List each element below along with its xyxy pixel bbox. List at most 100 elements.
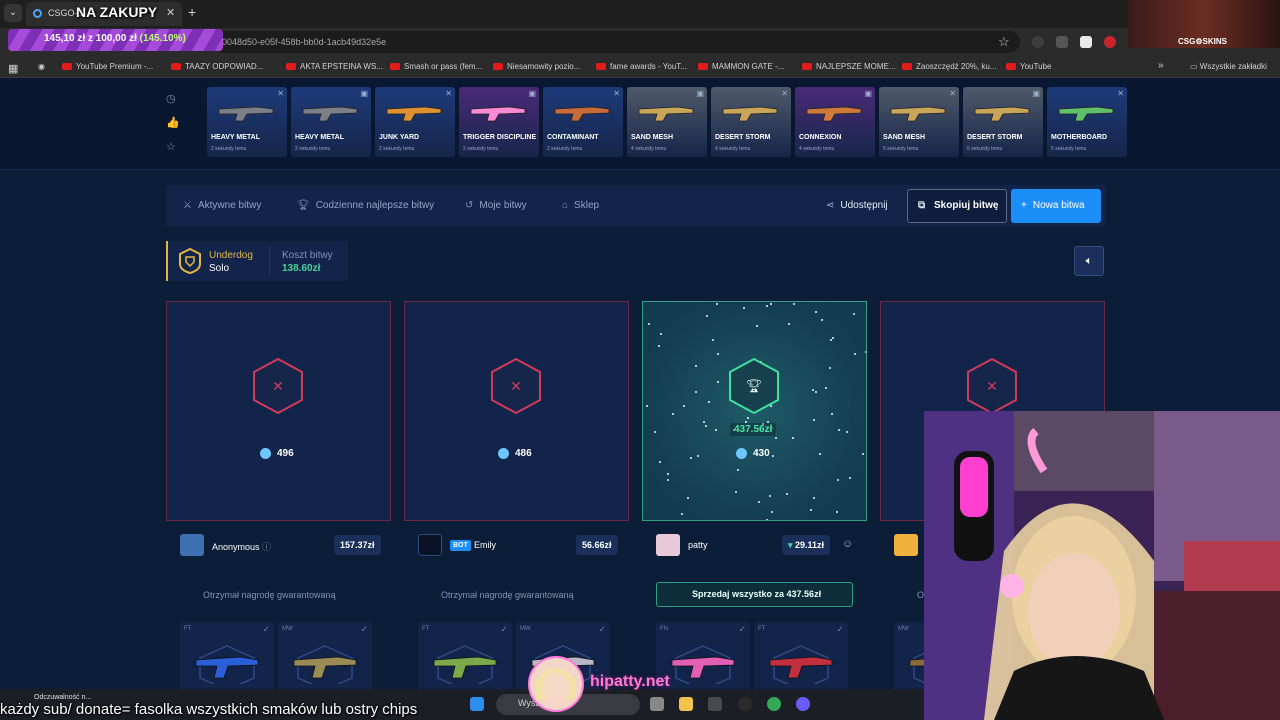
tab-search-button[interactable]: ⌄ xyxy=(4,4,22,22)
more-bookmarks-icon[interactable]: » xyxy=(1158,60,1164,71)
live-drop-card[interactable]: ✕ DESERT STORM 4 sekundy temu xyxy=(711,87,791,157)
app-icon[interactable] xyxy=(708,697,722,711)
apps-grid-icon[interactable]: ▦ xyxy=(8,62,18,75)
basket-icon: ⌂ xyxy=(562,200,569,211)
extension-icon[interactable] xyxy=(1080,36,1092,48)
tab-close-icon[interactable]: ✕ xyxy=(166,6,175,19)
chrome-icon[interactable] xyxy=(767,697,781,711)
check-icon[interactable]: ✓ xyxy=(836,624,844,635)
live-drop-card[interactable]: ✕ MOTHERBOARD 5 sekundy temu xyxy=(1047,87,1127,157)
bookmark-item[interactable]: Zaoszczędź 20%, ku... xyxy=(902,62,996,71)
check-icon[interactable]: ✓ xyxy=(360,624,368,635)
bookmark-icon[interactable]: ◉ xyxy=(38,62,45,71)
player-name[interactable]: Emily xyxy=(474,540,496,550)
bookmark-item[interactable]: AKTA EPSTEINA WS... xyxy=(286,62,383,71)
close-icon[interactable]: ✕ xyxy=(613,89,620,98)
bot-avatar[interactable] xyxy=(418,534,442,556)
thumbs-up-icon[interactable]: 👍 xyxy=(166,116,180,129)
case-icon[interactable]: ▣ xyxy=(528,89,536,98)
live-drop-card[interactable]: ✕ SAND MESH 5 sekundy temu xyxy=(879,87,959,157)
player-value: 157.37zł xyxy=(334,535,381,555)
sparkle xyxy=(658,345,660,347)
extension-icon[interactable] xyxy=(1056,36,1068,48)
app-icon[interactable] xyxy=(738,697,752,711)
bookmark-item[interactable]: TAAZY ODPOWIAD... xyxy=(171,62,263,71)
player-name[interactable]: patty xyxy=(688,540,708,550)
bookmark-item[interactable]: fame awards - YouT... xyxy=(596,62,687,71)
check-icon[interactable]: ✓ xyxy=(500,624,508,635)
won-item-card[interactable]: FN ✓ xyxy=(656,622,750,692)
case-icon[interactable]: ▣ xyxy=(1032,89,1040,98)
nav-active-battles[interactable]: ⚔ Aktywne bitwy xyxy=(183,200,261,211)
case-icon[interactable]: ▣ xyxy=(696,89,704,98)
bookmark-item[interactable]: Niesamowity pozio... xyxy=(493,62,580,71)
won-item-card[interactable]: MW ✓ xyxy=(278,622,372,692)
avatar[interactable] xyxy=(894,534,918,556)
avatar[interactable] xyxy=(180,534,204,556)
live-drop-card[interactable]: ✕ CONTAMINANT 2 sekundy temu xyxy=(543,87,623,157)
sparkle xyxy=(681,513,683,515)
stream-overlay-title: NA ZAKUPY xyxy=(76,4,158,20)
svg-text:✕: ✕ xyxy=(510,379,522,395)
won-item-card[interactable]: FT ✓ xyxy=(180,622,274,692)
favorite-star-icon[interactable]: ☆ xyxy=(166,140,176,153)
won-item-card[interactable]: FT ✓ xyxy=(754,622,848,692)
bookmark-item[interactable]: YouTube Premium -... xyxy=(62,62,153,71)
bookmark-item[interactable]: YouTube xyxy=(1006,62,1051,71)
avatar[interactable] xyxy=(656,534,680,556)
battle-cost-value: 138.60zł xyxy=(282,263,321,274)
extension-icon[interactable] xyxy=(1104,36,1116,48)
weapon-skin-icon xyxy=(890,106,946,122)
check-icon[interactable]: ✓ xyxy=(262,624,270,635)
live-drop-card[interactable]: ▣ HEAVY METAL 2 sekundy temu xyxy=(291,87,371,157)
bookmark-item[interactable]: NAJLEPSZE MOME... xyxy=(802,62,896,71)
sparkle xyxy=(831,413,833,415)
windows-start-icon[interactable] xyxy=(470,697,484,711)
winner-amount: 437.56zł xyxy=(730,423,777,436)
live-drop-card[interactable]: ▣ TRIGGER DISCIPLINE 2 sekundy temu xyxy=(459,87,539,157)
stream-chat-overlay: każdy sub/ donate= fasolka wszystkich sm… xyxy=(0,701,418,718)
nav-shop[interactable]: ⌂ Sklep xyxy=(562,200,599,211)
share-icon: ⋖ xyxy=(826,200,835,211)
loss-x-icon: ✕ xyxy=(253,357,303,415)
nav-daily-best[interactable]: 🏆︎ Codzienne najlepsze bitwy xyxy=(297,200,434,211)
battle-mode-name: Underdog xyxy=(209,250,253,261)
sparkle xyxy=(836,511,838,513)
app-icon[interactable] xyxy=(796,697,810,711)
all-bookmarks-link[interactable]: ▭ Wszystkie zakładki xyxy=(1190,62,1267,71)
recent-clock-icon[interactable]: ◷ xyxy=(166,92,176,105)
sparkle xyxy=(667,473,669,475)
live-drop-card[interactable]: ▣ DESERT STORM 5 sekundy temu xyxy=(963,87,1043,157)
check-icon[interactable]: ✓ xyxy=(598,624,606,635)
weapon-skin-icon xyxy=(293,645,357,684)
live-drop-card[interactable]: ✕ JUNK YARD 2 sekundy temu xyxy=(375,87,455,157)
drop-time: 2 sekundy temu xyxy=(379,146,415,152)
nav-my-battles[interactable]: ↺ Moje bitwy xyxy=(465,200,527,211)
bookmark-item[interactable]: MAMMON GATE -... xyxy=(698,62,784,71)
file-explorer-icon[interactable] xyxy=(679,697,693,711)
live-drop-card[interactable]: ▣ CONNEXION 4 sekundy temu xyxy=(795,87,875,157)
close-icon[interactable]: ✕ xyxy=(949,89,956,98)
case-icon[interactable]: ▣ xyxy=(864,89,872,98)
close-icon[interactable]: ✕ xyxy=(277,89,284,98)
sparkle xyxy=(747,417,749,419)
bookmark-item[interactable]: Smash or pass (fem... xyxy=(390,62,482,71)
sound-toggle-button[interactable]: 🔈︎ xyxy=(1074,246,1104,276)
live-drop-card[interactable]: ✕ HEAVY METAL 2 sekundy temu xyxy=(207,87,287,157)
case-icon[interactable]: ▣ xyxy=(360,89,368,98)
share-button[interactable]: ⋖ Udostępnij xyxy=(826,200,888,211)
check-icon[interactable]: ✓ xyxy=(738,624,746,635)
task-view-icon[interactable] xyxy=(650,697,664,711)
close-icon[interactable]: ✕ xyxy=(445,89,452,98)
player-name[interactable]: Anonymous ⓘ xyxy=(212,540,271,553)
bookmark-star-icon[interactable]: ☆ xyxy=(998,34,1010,50)
extension-icon[interactable] xyxy=(1032,36,1044,48)
won-item-card[interactable]: FT ✓ xyxy=(418,622,512,692)
live-drop-card[interactable]: ▣ SAND MESH 4 sekundy temu xyxy=(627,87,707,157)
close-icon[interactable]: ✕ xyxy=(781,89,788,98)
coin-count: 496 xyxy=(260,448,294,459)
weather-notification[interactable]: Odczuwalność n... xyxy=(34,694,91,701)
emoji-react-icon[interactable]: ☺ xyxy=(842,538,853,550)
new-tab-icon[interactable]: + xyxy=(188,4,196,20)
close-icon[interactable]: ✕ xyxy=(1117,89,1124,98)
